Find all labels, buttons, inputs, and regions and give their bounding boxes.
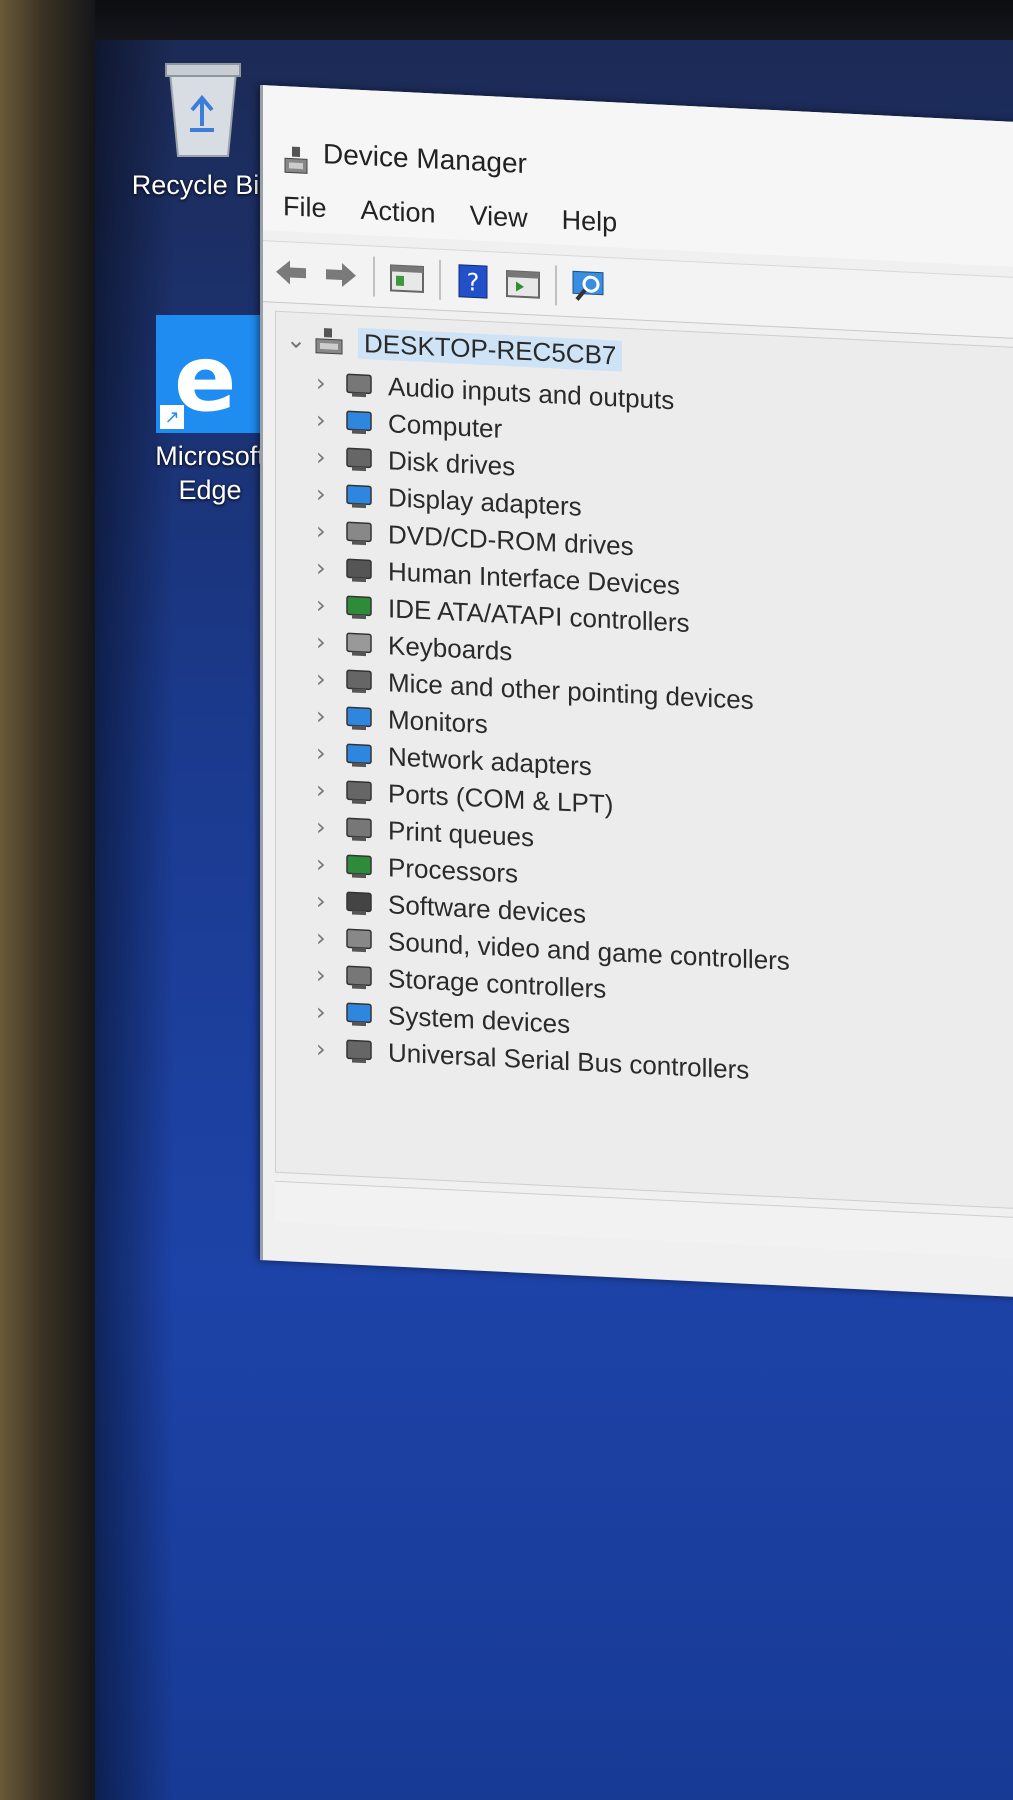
chevron-right-icon[interactable]: › <box>316 813 344 842</box>
scan-hardware-icon[interactable] <box>571 268 607 306</box>
tree-category-label: Computer <box>388 407 503 444</box>
sound-controller-icon <box>344 925 374 954</box>
system-device-icon <box>344 999 374 1028</box>
menu-help[interactable]: Help <box>562 205 618 248</box>
window-title: Device Manager <box>323 138 527 180</box>
tree-category-label: Disk drives <box>388 444 516 481</box>
tree-category-label: Processors <box>388 851 519 889</box>
shortcut-arrow-icon: ↗ <box>160 405 184 429</box>
screen-shade <box>95 40 175 1800</box>
menu-action[interactable]: Action <box>361 195 436 239</box>
chevron-right-icon[interactable]: › <box>316 480 344 509</box>
ide-controller-icon <box>344 592 374 621</box>
printer-icon <box>344 814 374 843</box>
tree-category-label: Print queues <box>388 814 534 852</box>
back-icon[interactable] <box>273 254 309 292</box>
tree-category-label: Universal Serial Bus controllers <box>388 1036 750 1085</box>
hid-icon <box>344 555 374 584</box>
processor-icon <box>344 851 374 880</box>
chevron-right-icon[interactable]: › <box>316 850 344 879</box>
toolbar-separator <box>555 265 557 306</box>
chevron-right-icon[interactable]: › <box>316 702 344 731</box>
tree-category-label: Keyboards <box>388 629 513 666</box>
usb-icon <box>344 1036 374 1065</box>
recycle-bin-icon <box>162 60 244 160</box>
keyboard-icon <box>344 629 374 658</box>
chevron-right-icon[interactable]: › <box>316 443 344 472</box>
chevron-right-icon[interactable]: › <box>316 369 344 398</box>
chevron-down-icon[interactable]: ⌄ <box>286 325 314 354</box>
speaker-icon <box>344 370 374 399</box>
chevron-right-icon[interactable]: › <box>316 924 344 953</box>
dvd-drive-icon <box>344 518 374 547</box>
recycle-bin-shortcut[interactable]: Recycle Bin <box>128 60 278 202</box>
toolbar-separator <box>439 259 441 300</box>
chevron-right-icon[interactable]: › <box>316 665 344 694</box>
tree-category-label: Monitors <box>388 703 488 739</box>
chevron-right-icon[interactable]: › <box>316 776 344 805</box>
chevron-right-icon[interactable]: › <box>316 554 344 583</box>
monitor-bezel-left <box>0 0 95 1800</box>
computer-name: DESKTOP-REC5CB7 <box>358 327 623 372</box>
recycle-bin-label: Recycle Bin <box>131 170 275 200</box>
chevron-right-icon[interactable]: › <box>316 887 344 916</box>
computer-icon <box>344 407 374 436</box>
forward-icon[interactable] <box>323 256 359 294</box>
storage-controller-icon <box>344 962 374 991</box>
monitor-icon <box>344 703 374 732</box>
help-icon[interactable]: ? <box>455 263 491 301</box>
svg-text:?: ? <box>467 268 480 297</box>
network-adapter-icon <box>344 740 374 769</box>
chevron-right-icon[interactable]: › <box>316 1035 344 1064</box>
chevron-right-icon[interactable]: › <box>316 739 344 768</box>
chevron-right-icon[interactable]: › <box>316 406 344 435</box>
software-device-icon <box>344 888 374 917</box>
chevron-right-icon[interactable]: › <box>316 628 344 657</box>
update-driver-icon[interactable] <box>505 265 541 303</box>
port-icon <box>344 777 374 806</box>
toolbar-separator <box>373 256 375 297</box>
display-adapter-icon <box>344 481 374 510</box>
device-manager-window: Device Manager File Action View Help ? ⌄… <box>260 85 1013 1298</box>
chevron-right-icon[interactable]: › <box>316 998 344 1027</box>
menu-file[interactable]: File <box>283 191 327 233</box>
microsoft-edge-icon: e ↗ <box>156 315 264 433</box>
properties-icon[interactable] <box>389 259 425 297</box>
mouse-icon <box>344 666 374 695</box>
chevron-right-icon[interactable]: › <box>316 517 344 546</box>
menu-view[interactable]: View <box>470 200 528 243</box>
device-manager-icon <box>283 144 309 175</box>
chevron-right-icon[interactable]: › <box>316 961 344 990</box>
chevron-right-icon[interactable]: › <box>316 591 344 620</box>
disk-drive-icon <box>344 444 374 473</box>
device-tree[interactable]: ⌄ DESKTOP-REC5CB7 › Audio inputs and outp… <box>275 310 1013 1211</box>
computer-root-icon <box>314 327 344 356</box>
